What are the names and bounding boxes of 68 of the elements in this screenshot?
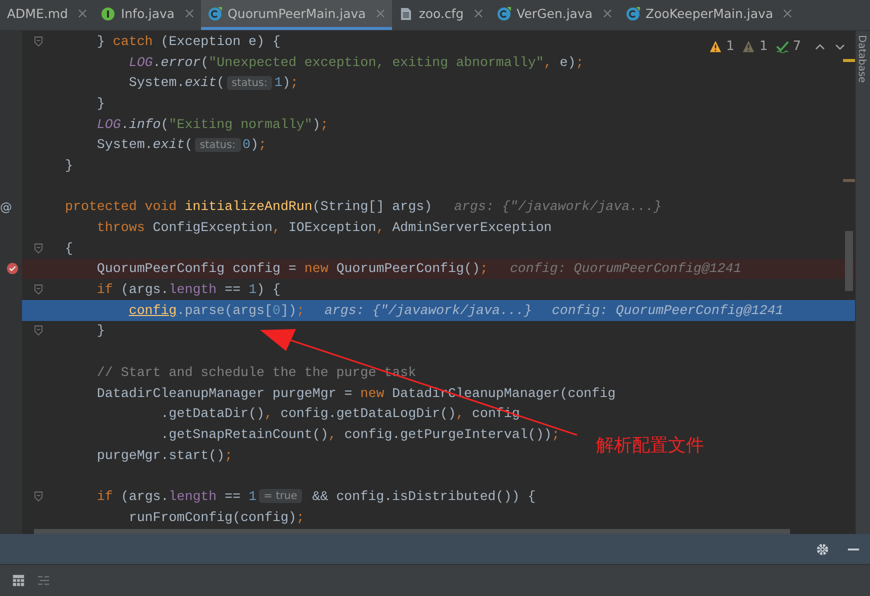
scrollbar[interactable] — [34, 529, 790, 534]
code-text: } catch (Exception e) { — [96, 34, 280, 49]
code-text: } — [65, 158, 73, 173]
code-text: purgeMgr.start(); — [96, 448, 233, 463]
debug-value: args: {"/javawork/java...} — [454, 199, 662, 214]
debug-value: args: {"/javawork/java...} — [324, 302, 532, 318]
editor-tab[interactable]: VerGen.java — [490, 0, 619, 30]
close-icon[interactable] — [783, 9, 792, 18]
code-text: System.exit( — [128, 75, 225, 90]
side-tool-tab[interactable]: Database — [856, 35, 867, 83]
file-icon — [398, 6, 413, 20]
breakpoint-icon[interactable] — [6, 262, 19, 276]
class-icon — [626, 6, 640, 20]
editor-tab[interactable]: ADME.md — [0, 0, 94, 30]
code-text: .getSnapRetainCount(), config.getPurgeInterval()); — [160, 426, 560, 442]
code-text: QuorumPeerConfig config = new QuorumPeerConfig(); — [96, 261, 488, 276]
warning-marker[interactable] — [843, 59, 855, 62]
code-text: config.parse(args[0]); — [128, 302, 304, 318]
code-text: } — [96, 96, 105, 111]
scrollbar[interactable] — [845, 231, 853, 291]
close-icon[interactable] — [78, 9, 87, 18]
code-text: if (args.length == 1 — [96, 488, 257, 504]
breakpoint-marker[interactable] — [843, 179, 855, 182]
warning-icon[interactable] — [709, 40, 722, 53]
close-icon[interactable] — [602, 9, 612, 18]
debug-value: config: QuorumPeerConfig@1241 — [510, 261, 742, 276]
close-icon[interactable] — [376, 9, 385, 18]
parameter-hint: = true — [258, 489, 302, 504]
inspection-count: 1 — [759, 39, 768, 54]
fold-icon[interactable] — [34, 284, 43, 296]
check-icon[interactable] — [776, 40, 789, 53]
parameter-hint: status: — [226, 76, 272, 90]
inspection-count: 7 — [792, 39, 801, 54]
code-text: throws ConfigException, IOException, AdminServerException — [96, 220, 552, 236]
close-icon[interactable] — [474, 9, 483, 18]
code-text: && config.isDistributed()) { — [311, 488, 536, 504]
up-icon[interactable] — [815, 42, 825, 52]
code-text: LOG.error("Unexpected exception, exiting abnormally", e); — [128, 54, 584, 70]
class-icon — [208, 6, 222, 20]
calculator-icon[interactable] — [12, 574, 25, 587]
fold-icon[interactable] — [34, 242, 43, 254]
settings-icon[interactable] — [816, 542, 829, 556]
down-icon[interactable] — [835, 42, 845, 52]
editor-tab[interactable]: zoo.cfg — [392, 0, 490, 30]
editor-tab[interactable]: QuorumPeerMain.java — [200, 0, 392, 30]
code-text: protected void initializeAndRun(String[] args) — [65, 199, 432, 214]
override-icon[interactable]: @ — [0, 200, 12, 214]
inspection-count: 1 — [726, 39, 734, 54]
editor-tab[interactable]: Info.java — [94, 0, 201, 30]
code-text: LOG.info("Exiting normally"); — [96, 116, 328, 132]
fold-icon[interactable] — [34, 36, 43, 47]
close-icon[interactable] — [184, 9, 194, 18]
parameter-hint: status: — [194, 138, 240, 152]
annotation-text: 解析配置文件 — [596, 434, 704, 457]
interface-icon — [100, 6, 115, 20]
code-text: 1); — [274, 75, 298, 90]
list-icon[interactable] — [37, 574, 50, 587]
fold-icon[interactable] — [34, 490, 43, 502]
code-text: System.exit( — [96, 137, 193, 152]
code-text: } — [96, 323, 105, 338]
debug-value: config: QuorumPeerConfig@1241 — [552, 302, 784, 318]
code-text: 0); — [242, 137, 266, 152]
code-text: runFromConfig(config); — [128, 510, 304, 525]
code-text: if (args.length == 1) { — [96, 282, 281, 298]
code-text: { — [65, 240, 73, 256]
fold-icon[interactable] — [34, 325, 43, 336]
class-icon — [496, 6, 511, 20]
editor-tab[interactable]: ZooKeeperMain.java — [618, 0, 800, 30]
